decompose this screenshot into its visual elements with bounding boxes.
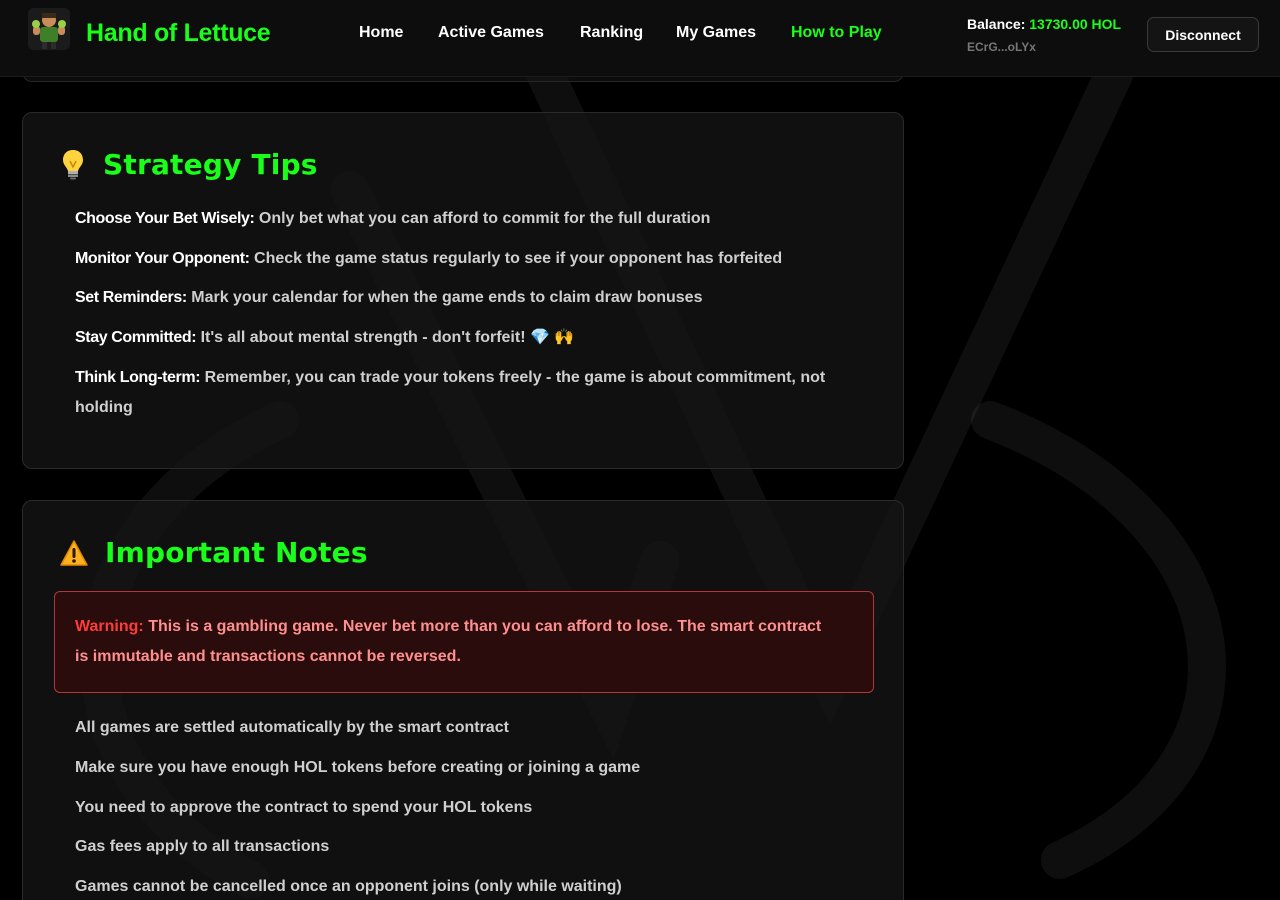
warning-message: Warning: This is a gambling game. Never … [75,612,835,672]
balance-amount: 13730.00 HOL [1029,16,1122,32]
lettuce-mascot-icon [28,8,70,50]
tip-item: Think Long-term: Remember, you can trade… [75,363,885,423]
tip-label: Think Long-term: [75,369,201,386]
brand-name[interactable]: Hand of Lettuce [86,19,271,48]
strategy-tips-card: Strategy Tips Choose Your Bet Wisely: On… [22,112,904,469]
strategy-title-row: Strategy Tips [59,147,318,181]
nav-how-to-play[interactable]: How to Play [791,24,882,42]
note-item: All games are settled automatically by t… [75,719,509,736]
warning-label: Warning: [75,618,144,635]
tip-item: Set Reminders: Mark your calendar for wh… [75,283,885,313]
tip-label: Monitor Your Opponent: [75,250,250,267]
tip-item: Stay Committed: It's all about mental st… [75,323,885,353]
page: Hand of Lettuce Home Active Games Rankin… [0,0,1280,900]
important-notes-card: Important Notes Warning: This is a gambl… [22,500,904,900]
nav-active-games[interactable]: Active Games [438,24,544,42]
note-item: Gas fees apply to all transactions [75,838,330,855]
tip-text: It's all about mental strength - don't f… [200,329,575,346]
tip-label: Stay Committed: [75,329,197,346]
lightbulb-icon [63,150,83,180]
tip-label: Choose Your Bet Wisely: [75,210,255,227]
tip-text: Only bet what you can afford to commit f… [258,210,711,227]
strategy-title: Strategy Tips [103,147,318,181]
nav-ranking[interactable]: Ranking [580,24,643,42]
nav-my-games[interactable]: My Games [676,24,756,42]
warning-icon [60,539,88,566]
note-item: You need to approve the contract to spen… [75,799,533,816]
tip-text: Check the game status regularly to see i… [254,250,783,267]
balance-display: Balance: 13730.00 HOL [967,16,1121,32]
top-navbar: Hand of Lettuce Home Active Games Rankin… [0,0,1280,77]
note-item: Make sure you have enough HOL tokens bef… [75,759,641,776]
brand-logo[interactable] [28,8,70,50]
tip-item: Choose Your Bet Wisely: Only bet what yo… [75,204,885,234]
warning-alert: Warning: This is a gambling game. Never … [54,591,874,693]
wallet-address: ECrG...oLYx [967,40,1036,54]
balance-label: Balance: [967,16,1026,32]
warning-body: This is a gambling game. Never bet more … [75,618,822,665]
notes-title: Important Notes [105,536,368,569]
tip-item: Monitor Your Opponent: Check the game st… [75,244,885,274]
tip-text: Mark your calendar for when the game end… [191,289,703,306]
tip-label: Set Reminders: [75,289,187,306]
disconnect-button[interactable]: Disconnect [1147,17,1259,52]
nav-home[interactable]: Home [359,24,403,42]
notes-title-row: Important Notes [59,536,368,569]
note-item: Games cannot be cancelled once an oppone… [75,878,622,895]
